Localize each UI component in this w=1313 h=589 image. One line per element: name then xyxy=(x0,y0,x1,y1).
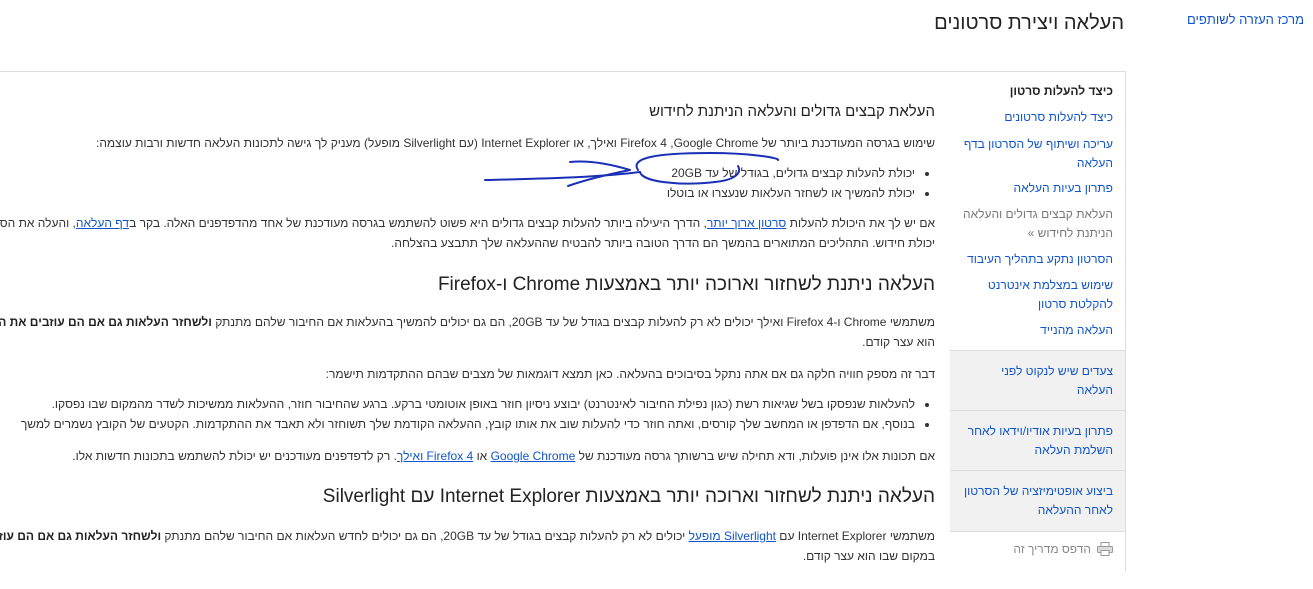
silverlight-link[interactable]: Silverlight מופעל xyxy=(689,529,776,543)
section3-paragraph1: משתמשי Internet Explorer עם Silverlight … xyxy=(0,526,935,546)
section1-paragraph-line2: יכולת חידוש. התהליכים המתוארים בהמשך הם … xyxy=(391,236,935,250)
text: אם יש לך את היכולת להעלות xyxy=(786,216,935,230)
google-chrome-link[interactable]: Google Chrome xyxy=(491,449,576,463)
sidebar-item-how-to-upload[interactable]: כיצד להעלות סרטונים xyxy=(963,108,1113,127)
section2-paragraph2: דבר זה מספק חוויה חלקה גם אם אתה נתקל בס… xyxy=(325,367,935,381)
text: , והעלה את הסרטון כרגיל. xyxy=(0,216,76,230)
section1-intro: שימוש בגרסה המעודכנת ביותר של Google Chr… xyxy=(95,136,935,150)
text: , הדרך היעילה ביותר להעלות קבצים גדולים … xyxy=(129,216,707,230)
help-center-link[interactable]: מרכז העזרה לשותפים xyxy=(1187,12,1304,27)
sidebar-box-optimize[interactable]: ביצוע אופטימיזציה של הסרטון לאחר ההעלאה xyxy=(950,470,1125,532)
section1-bullets: יכולת להעלות קבצים גדולים, בגודל של עד 2… xyxy=(0,163,935,203)
sidebar: כיצד להעלות סרטון כיצד להעלות סרטונים ער… xyxy=(950,72,1125,589)
list-item: יכולת להמשיך או לשחזר העלאות שנעצרו או ב… xyxy=(0,183,915,203)
text: משתמשי Chrome ו-Firefox 4 ואילך יכולים ל… xyxy=(211,315,935,329)
sidebar-box-label[interactable]: צעדים שיש לנקוט לפני העלאה xyxy=(963,362,1113,400)
sidebar-item-webcam[interactable]: שימוש במצלמת אינטרנט להקלטת סרטון xyxy=(963,276,1113,314)
text: אם תכונות אלו אינן פועלות, ודא תחילה שיש… xyxy=(575,449,935,463)
section2-paragraph1-line2: הוא עצר קודם. xyxy=(862,335,935,349)
section2-paragraph1: משתמשי Chrome ו-Firefox 4 ואילך יכולים ל… xyxy=(0,312,935,332)
bold-text: ולשחזר העלאות גם אם הם עוזבים את הדף xyxy=(0,315,212,329)
sidebar-box-label[interactable]: פתרון בעיות אודיו/וידאו לאחר השלמת העלאה xyxy=(963,422,1113,460)
sidebar-item-mobile-upload[interactable]: העלאה מהנייד xyxy=(963,321,1113,340)
article: העלאת קבצים גדולים והעלאה הניתנת לחידוש … xyxy=(0,72,935,566)
section-heading-internet-explorer: העלאה ניתנת לשחזור וארוכה יותר באמצעות I… xyxy=(322,486,935,507)
page-title: העלאה ויצירת סרטונים xyxy=(934,12,1124,34)
upload-page-link[interactable]: דף העלאה xyxy=(76,216,129,230)
content-right-border xyxy=(1125,71,1126,571)
section-heading-large-files: העלאת קבצים גדולים והעלאה הניתנת לחידוש xyxy=(649,103,935,120)
firefox-link[interactable]: Firefox 4 ואילך xyxy=(397,449,473,463)
section2-bullets: להעלאות שנפסקו בשל שגיאות רשת (כגון נפיל… xyxy=(0,394,935,434)
print-guide-label[interactable]: הדפס מדריך זה xyxy=(1013,542,1091,556)
text: . רק לדפדפנים מעודכנים יש יכולת להשתמש ב… xyxy=(72,449,397,463)
sidebar-item-large-files: העלאת קבצים גדולים והעלאה הניתנת לחידוש … xyxy=(962,207,1113,240)
sidebar-item-edit-share[interactable]: עריכה ושיתוף של הסרטון בדף העלאה xyxy=(963,135,1113,173)
print-guide-link[interactable]: הדפס מדריך זה xyxy=(1013,542,1113,556)
main-content: העלאת קבצים גדולים והעלאה הניתנת לחידוש … xyxy=(0,72,950,589)
sidebar-box-av-troubleshoot[interactable]: פתרון בעיות אודיו/וידאו לאחר השלמת העלאה xyxy=(950,410,1125,471)
longer-video-link[interactable]: סרטון ארוך יותר xyxy=(707,216,786,230)
sidebar-box-before-upload[interactable]: צעדים שיש לנקוט לפני העלאה xyxy=(950,350,1125,411)
section3-paragraph1-line2: במקום שבו הוא עצר קודם. xyxy=(802,549,935,563)
sidebar-heading: כיצד להעלות סרטון xyxy=(1009,84,1113,98)
list-item: להעלאות שנפסקו בשל שגיאות רשת (כגון נפיל… xyxy=(0,394,915,414)
printer-icon xyxy=(1097,542,1113,556)
bold-text: ולשחזר העלאות גם אם הם עוזבים את הדף xyxy=(0,529,162,543)
list-item: בנוסף, אם הדפדפן או המחשב שלך קורסים, וא… xyxy=(0,414,915,434)
text: או xyxy=(473,449,491,463)
section1-paragraph: אם יש לך את היכולת להעלות סרטון ארוך יות… xyxy=(0,213,935,233)
sidebar-item-troubleshoot-upload[interactable]: פתרון בעיות העלאה xyxy=(963,179,1113,198)
section2-paragraph3: אם תכונות אלו אינן פועלות, ודא תחילה שיש… xyxy=(0,446,935,466)
sidebar-box-label[interactable]: ביצוע אופטימיזציה של הסרטון לאחר ההעלאה xyxy=(963,482,1113,520)
section-heading-chrome-firefox: העלאה ניתנת לשחזור וארוכה יותר באמצעות C… xyxy=(437,274,935,295)
sidebar-item-stuck-processing[interactable]: הסרטון נתקע בתהליך העיבוד xyxy=(963,250,1113,269)
text: יכולים לא רק להעלות קבצים בגודל של עד 20… xyxy=(161,529,689,543)
text: משתמשי Internet Explorer עם xyxy=(775,529,935,543)
list-item: יכולת להעלות קבצים גדולים, בגודל של עד 2… xyxy=(0,163,915,183)
